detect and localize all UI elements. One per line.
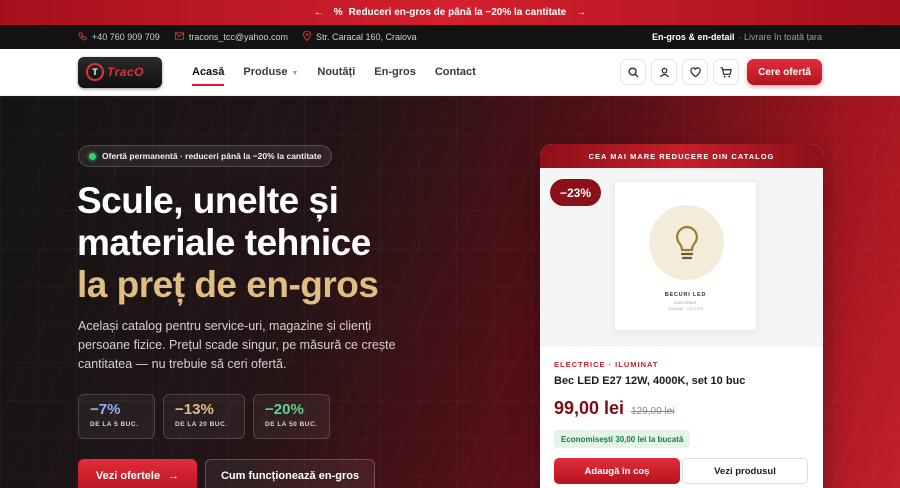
- email-text: tracons_tcc@yahoo.com: [188, 32, 289, 42]
- product-image-area[interactable]: −23% BECURI LED ELECTRICE ILUMINAT · CAL…: [540, 168, 823, 346]
- contact-email[interactable]: tracons_tcc@yahoo.com: [174, 32, 289, 42]
- delivery-text: · Livrare în toată țara: [738, 32, 822, 42]
- status-dot-icon: [89, 152, 96, 160]
- wishlist-button[interactable]: [682, 59, 709, 85]
- hero-title-line2: materiale tehnice: [77, 222, 371, 263]
- hero-title-line1: Scule, unelte și: [77, 180, 339, 221]
- contact-bar: +40 760 909 709 tracons_tcc@yahoo.com St…: [0, 25, 900, 49]
- package-small-text: ILUMINAT · CALITATE: [667, 307, 704, 311]
- heart-icon: [690, 66, 701, 77]
- cart-icon: [720, 66, 732, 78]
- offer-badge-text: Ofertă permanentă · reduceri până la −20…: [102, 151, 322, 161]
- contact-right: En-gros & en-detail · Livrare în toată ț…: [652, 32, 822, 42]
- view-offers-label: Vezi ofertele: [95, 470, 161, 482]
- contact-address: Str. Caracal 160, Craiova: [303, 30, 417, 43]
- tier-card: −20% DE LA 50 BUC.: [253, 394, 330, 439]
- nav-menu: Acasă Produse ▼ Noutăți En-gros Contact: [192, 62, 495, 86]
- logo-wordmark: TracO: [107, 65, 144, 79]
- account-button[interactable]: [651, 59, 678, 85]
- nav-tools: Cere ofertă: [615, 59, 822, 85]
- search-icon: [628, 66, 639, 78]
- hero-description: Același catalog pentru service-uri, maga…: [78, 319, 396, 371]
- card-header: CEA MAI MARE REDUCERE DIN CATALOG: [540, 144, 823, 168]
- logo-mark-icon: T: [86, 63, 104, 81]
- chevron-down-icon: ▼: [291, 70, 299, 77]
- hero-title-highlight: la preț de en-gros: [77, 264, 379, 305]
- nav-item-products[interactable]: Produse ▼: [243, 62, 298, 82]
- tier-value: −20%: [265, 401, 304, 418]
- view-offers-button[interactable]: Vezi ofertele →: [78, 459, 197, 488]
- tier-label: DE LA 50 BUC.: [265, 421, 318, 428]
- tier-label: DE LA 20 BUC.: [175, 421, 228, 428]
- featured-product-card: CEA MAI MARE REDUCERE DIN CATALOG −23% B…: [540, 144, 823, 488]
- nav-item-wholesale[interactable]: En-gros: [374, 62, 416, 82]
- percent-icon: %: [333, 7, 343, 18]
- nav-item-news[interactable]: Noutăți: [317, 62, 355, 82]
- main-nav: T TracO Acasă Produse ▼ Noutăți En-gros C…: [0, 49, 900, 96]
- product-price: 99,00 lei 129,00 lei: [554, 398, 674, 419]
- discount-tiers: −7% DE LA 5 BUC. −13% DE LA 20 BUC. −20%…: [78, 394, 338, 439]
- savings-badge: Economisești 30,00 lei la bucată: [554, 430, 691, 448]
- promo-next-arrow[interactable]: →: [576, 7, 586, 18]
- sales-mode: En-gros & en-detail: [651, 32, 735, 42]
- card-actions: Adaugă în coș Vezi produsul: [554, 458, 808, 484]
- arrow-right-icon: →: [168, 470, 180, 482]
- request-quote-button[interactable]: Cere ofertă: [747, 59, 822, 85]
- phone-text: +40 760 909 709: [92, 32, 160, 42]
- package-title: BECURI LED: [664, 292, 707, 298]
- current-price: 99,00 lei: [554, 398, 625, 418]
- nav-item-home[interactable]: Acasă: [192, 62, 225, 86]
- product-image: BECURI LED ELECTRICE ILUMINAT · CALITATE: [614, 181, 757, 331]
- product-category: ELECTRICE · ILUMINAT: [554, 360, 659, 369]
- view-product-button[interactable]: Vezi produsul: [682, 458, 808, 484]
- offer-badge: Ofertă permanentă · reduceri până la −20…: [78, 145, 333, 167]
- promo-text: Reduceri en-gros de până la −20% la cant…: [348, 7, 567, 18]
- tier-label: DE LA 5 BUC.: [90, 421, 139, 428]
- user-icon: [659, 67, 669, 77]
- tier-card: −7% DE LA 5 BUC.: [78, 394, 155, 439]
- promo-prev-arrow[interactable]: ←: [314, 7, 324, 18]
- product-name[interactable]: Bec LED E27 12W, 4000K, set 10 buc: [554, 375, 745, 387]
- logo[interactable]: T TracO: [78, 56, 162, 88]
- phone-icon: [78, 31, 87, 43]
- tier-value: −13%: [175, 401, 214, 418]
- contact-phone[interactable]: +40 760 909 709: [78, 31, 160, 43]
- location-pin-icon: [303, 30, 312, 43]
- hero-section: Ofertă permanentă · reduceri până la −20…: [0, 96, 900, 488]
- tier-value: −7%: [90, 401, 121, 418]
- tier-card: −13% DE LA 20 BUC.: [163, 394, 245, 439]
- old-price: 129,00 lei: [631, 406, 675, 417]
- how-wholesale-works-button[interactable]: Cum funcționează en-gros: [205, 459, 375, 488]
- search-button[interactable]: [620, 59, 647, 85]
- hero-actions: Vezi ofertele → Cum funcționează en-gros: [78, 459, 375, 488]
- discount-badge: −23%: [550, 179, 602, 206]
- mail-icon: [174, 32, 184, 42]
- nav-item-contact[interactable]: Contact: [435, 62, 476, 82]
- lightbulb-icon: [649, 205, 724, 280]
- package-subtitle: ELECTRICE: [674, 300, 697, 305]
- cart-button[interactable]: [713, 59, 740, 85]
- address-text: Str. Caracal 160, Craiova: [316, 32, 417, 42]
- add-to-cart-button[interactable]: Adaugă în coș: [554, 458, 680, 484]
- hero-title: Scule, unelte și materiale tehnice la pr…: [77, 180, 497, 306]
- promo-bar: ← % Reduceri en-gros de până la −20% la …: [0, 0, 900, 25]
